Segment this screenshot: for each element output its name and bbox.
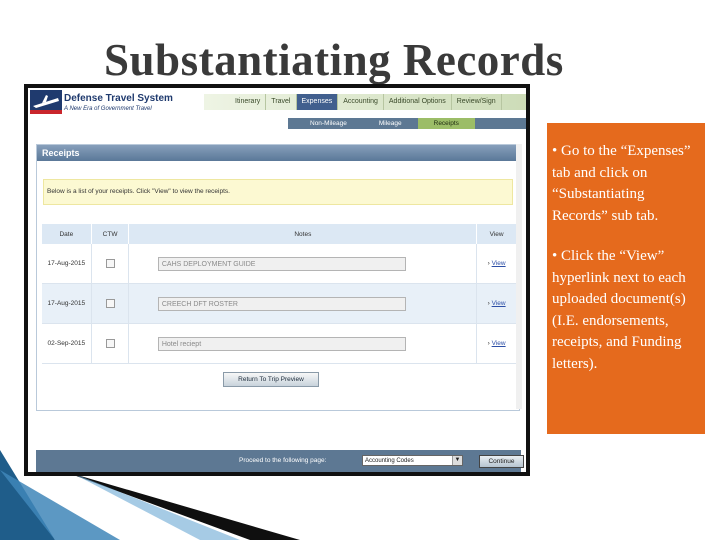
table-row: 02-Sep-2015 Hotel reciept › View <box>42 324 516 364</box>
note-field[interactable]: CAHS DEPLOYMENT GUIDE <box>157 256 406 271</box>
tab-travel[interactable]: Travel <box>266 94 297 110</box>
ctw-checkbox[interactable] <box>105 299 115 308</box>
note-field[interactable]: Hotel reciept <box>157 336 406 351</box>
header-date: Date <box>42 224 92 244</box>
view-cell: › View <box>487 260 506 267</box>
tab-additional-options[interactable]: Additional Options <box>384 94 452 110</box>
instruction-bullet: • Click the “View” hyperlink next to eac… <box>552 248 686 372</box>
header-ctw: CTW <box>92 224 130 244</box>
return-to-trip-preview-button[interactable]: Return To Trip Preview <box>223 372 319 387</box>
receipts-table: Date CTW Notes View 17-Aug-2015 CAHS DEP… <box>42 224 516 364</box>
dts-header: Defense Travel System A New Era of Gover… <box>28 88 526 118</box>
table-header: Date CTW Notes View <box>42 224 516 244</box>
row-date: 17-Aug-2015 <box>42 244 92 283</box>
panel-title: Receipts <box>37 145 519 161</box>
receipts-panel: Receipts Below is a list of your receipt… <box>36 144 520 411</box>
view-link[interactable]: View <box>492 340 506 347</box>
sub-tabs: Non-Mileage Mileage Receipts <box>288 118 526 129</box>
row-date: 17-Aug-2015 <box>42 284 92 323</box>
next-page-select[interactable]: Accounting Codes ▼ <box>362 455 463 466</box>
notes-cell: CAHS DEPLOYMENT GUIDE <box>129 244 478 283</box>
ctw-checkbox-cell <box>92 284 130 323</box>
subtab-mileage[interactable]: Mileage <box>363 118 418 129</box>
notes-cell: CREECH DFT ROSTER <box>129 284 478 323</box>
subtab-receipts[interactable]: Receipts <box>417 118 475 129</box>
row-date: 02-Sep-2015 <box>42 324 92 363</box>
notes-cell: Hotel reciept <box>129 324 478 363</box>
dts-screenshot: Defense Travel System A New Era of Gover… <box>24 84 530 476</box>
table-row: 17-Aug-2015 CREECH DFT ROSTER › View <box>42 284 516 324</box>
ctw-checkbox-cell <box>92 244 130 283</box>
ctw-checkbox-cell <box>92 324 130 363</box>
view-cell: › View <box>487 300 506 307</box>
chevron-down-icon: ▼ <box>452 456 462 465</box>
header-notes: Notes <box>129 224 478 244</box>
note-field[interactable]: CREECH DFT ROSTER <box>157 296 406 311</box>
main-tabs: Itinerary Travel Expenses Accounting Add… <box>204 94 526 110</box>
view-link[interactable]: View <box>492 300 506 307</box>
header-view: View <box>489 230 504 238</box>
proceed-label: Proceed to the following page: <box>239 457 327 464</box>
subtab-non-mileage[interactable]: Non-Mileage <box>294 118 363 129</box>
continue-button[interactable]: Continue <box>479 455 524 468</box>
ctw-checkbox[interactable] <box>105 259 115 268</box>
receipts-notice: Below is a list of your receipts. Click … <box>43 179 513 205</box>
next-page-select-value: Accounting Codes <box>365 458 414 464</box>
logo-title: Defense Travel System <box>64 93 173 104</box>
table-row: 17-Aug-2015 CAHS DEPLOYMENT GUIDE › View <box>42 244 516 284</box>
view-cell: › View <box>487 340 506 347</box>
instruction-callout: • Go to the “Expenses” tab and click on … <box>547 123 705 434</box>
instruction-bullet: • Go to the “Expenses” tab and click on … <box>552 143 691 224</box>
dts-window: Defense Travel System A New Era of Gover… <box>28 88 526 472</box>
tab-review-sign[interactable]: Review/Sign <box>452 94 502 110</box>
footer-bar: Proceed to the following page: Accountin… <box>36 450 524 472</box>
ctw-checkbox[interactable] <box>105 339 115 348</box>
view-link[interactable]: View <box>492 260 506 267</box>
logo-subtitle: A New Era of Government Travel <box>64 106 152 112</box>
tab-expenses[interactable]: Expenses <box>296 94 339 110</box>
slide-title: Substantiating Records <box>104 35 564 85</box>
tab-itinerary[interactable]: Itinerary <box>230 94 267 110</box>
tab-accounting[interactable]: Accounting <box>338 94 384 110</box>
scrollbar[interactable] <box>516 144 522 409</box>
dts-plane-logo-icon <box>30 90 62 114</box>
